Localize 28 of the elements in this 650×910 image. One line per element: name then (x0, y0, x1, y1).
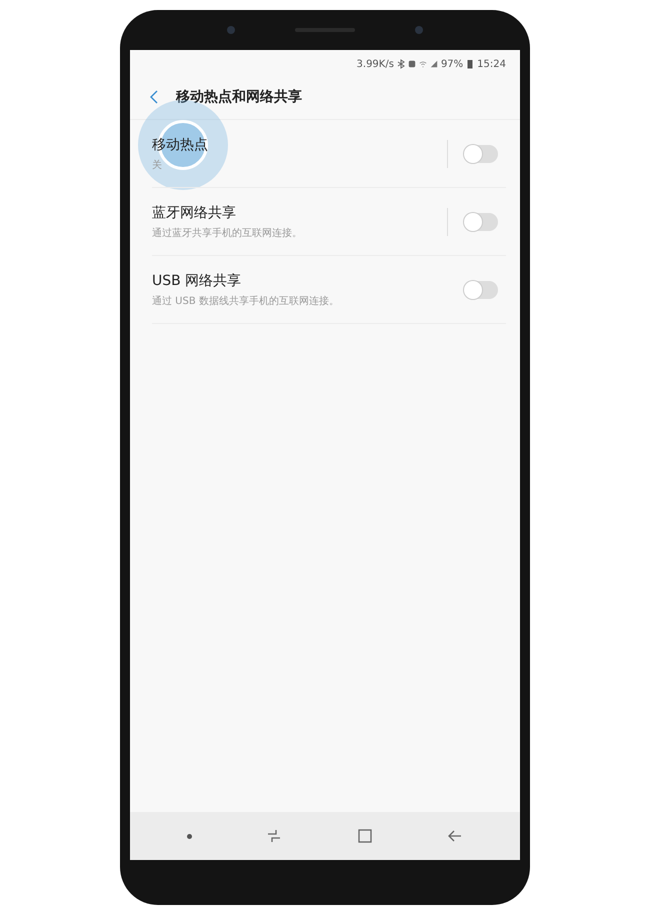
toggle-switch[interactable] (464, 212, 498, 230)
bluetooth-icon (396, 59, 405, 69)
row-title: USB 网络共享 (152, 272, 242, 290)
alarm-icon (408, 59, 416, 69)
row-subtitle: 关 (152, 158, 162, 172)
camera-icon (227, 26, 235, 34)
row-title: 移动热点 (152, 136, 208, 154)
settings-row[interactable]: 移动热点 关 (152, 120, 506, 188)
clock: 15:24 (477, 58, 506, 70)
row-title: 蓝牙网络共享 (152, 204, 236, 222)
settings-row[interactable]: USB 网络共享 通过 USB 数据线共享手机的互联网连接。 (152, 256, 506, 324)
toggle-switch[interactable] (464, 280, 498, 298)
wifi-icon (418, 59, 427, 69)
toggle-switch[interactable] (464, 144, 498, 162)
back-button[interactable] (148, 88, 160, 106)
home-button[interactable] (356, 828, 373, 844)
battery-icon (466, 59, 474, 69)
battery-percent: 97% (440, 58, 464, 70)
sensor-icon (415, 26, 423, 34)
settings-row[interactable]: 蓝牙网络共享 通过蓝牙共享手机的互联网连接。 (152, 188, 506, 256)
page-title: 移动热点和网络共享 (176, 88, 302, 106)
back-arrow-button[interactable] (446, 828, 463, 844)
row-subtitle: 通过蓝牙共享手机的互联网连接。 (152, 226, 302, 240)
recents-button[interactable] (266, 828, 282, 844)
dot-icon[interactable] (187, 834, 192, 838)
network-speed: 3.99K/s (356, 58, 394, 70)
signal-icon (430, 59, 438, 69)
row-subtitle: 通过 USB 数据线共享手机的互联网连接。 (152, 294, 339, 308)
